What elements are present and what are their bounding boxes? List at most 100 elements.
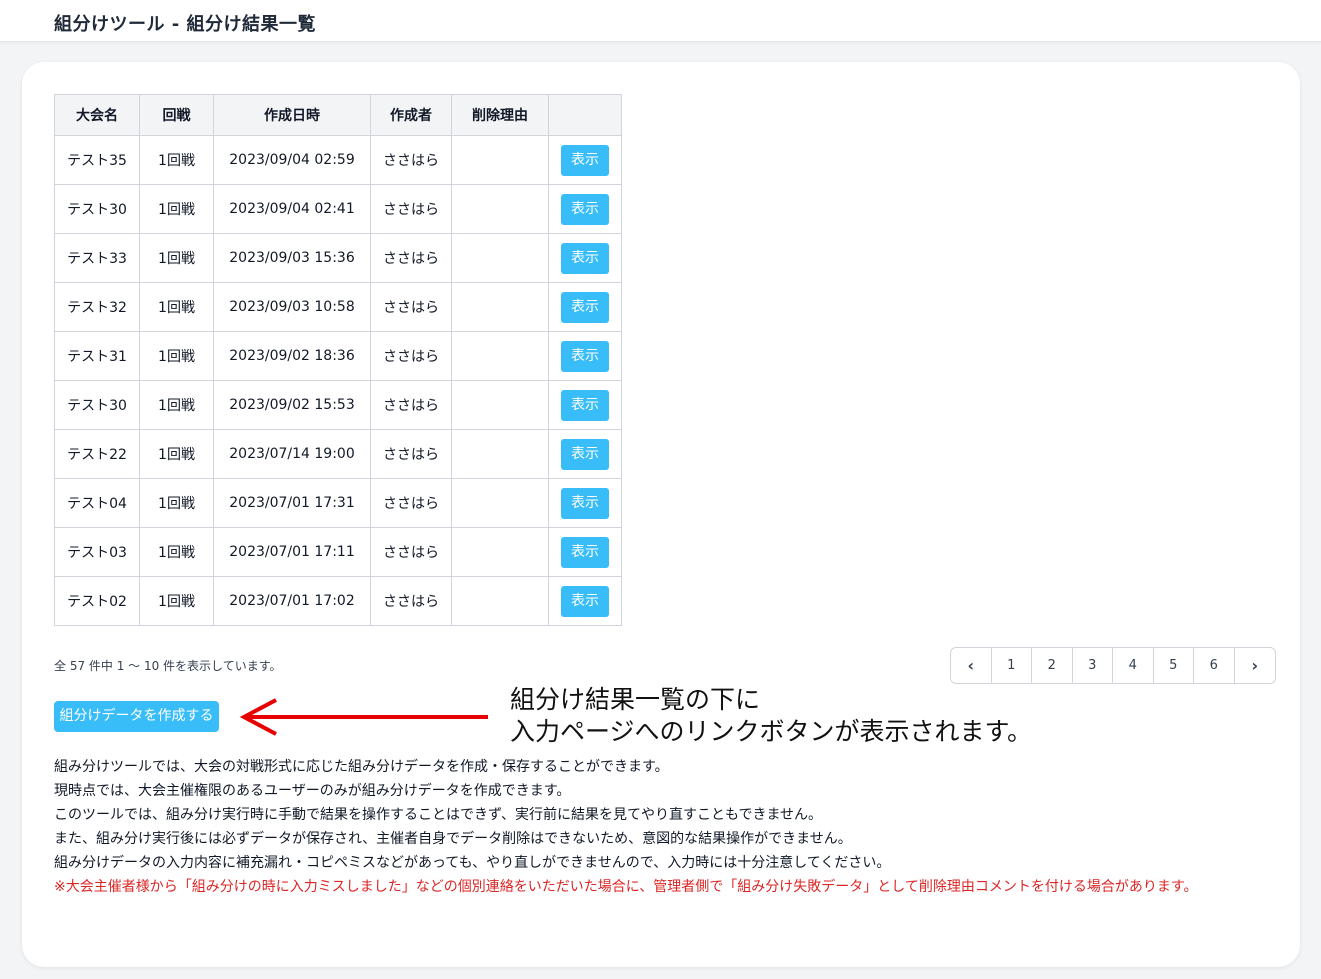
cell-action: 表示 (548, 527, 622, 577)
header-author: 作成者 (370, 94, 452, 136)
page-2-button[interactable]: 2 (1032, 648, 1073, 683)
cell-action: 表示 (548, 282, 622, 332)
cell-author: ささはら (370, 184, 452, 234)
show-button[interactable]: 表示 (561, 487, 609, 519)
cell-created-at: 2023/09/03 10:58 (213, 282, 371, 332)
cell-round: 1回戦 (139, 135, 214, 185)
table-row: テスト22 1回戦 2023/07/14 19:00 ささはら 表示 (54, 429, 622, 479)
cell-tournament-name: テスト03 (54, 527, 140, 577)
show-button[interactable]: 表示 (561, 193, 609, 225)
cell-delete-reason (451, 331, 549, 381)
cell-created-at: 2023/09/02 15:53 (213, 380, 371, 430)
notes: 組み分けツールでは、大会の対戦形式に応じた組み分けデータを作成・保存することがで… (54, 755, 1198, 899)
results-summary: 全 57 件中 1 〜 10 件を表示しています。 (54, 659, 282, 673)
page-title: 組分けツール - 組分け結果一覧 (54, 14, 317, 35)
header-tournament-name: 大会名 (54, 94, 140, 136)
cell-created-at: 2023/09/03 15:36 (213, 233, 371, 283)
cell-author: ささはら (370, 429, 452, 479)
cell-round: 1回戦 (139, 527, 214, 577)
cell-tournament-name: テスト35 (54, 135, 140, 185)
cell-author: ささはら (370, 478, 452, 528)
show-button[interactable]: 表示 (561, 585, 609, 617)
cell-delete-reason (451, 233, 549, 283)
table-row: テスト04 1回戦 2023/07/01 17:31 ささはら 表示 (54, 478, 622, 528)
page-6-button[interactable]: 6 (1194, 648, 1235, 683)
cell-created-at: 2023/07/01 17:11 (213, 527, 371, 577)
note-line: このツールでは、組み分け実行時に手動で結果を操作することはできず、実行前に結果を… (54, 807, 823, 823)
cell-tournament-name: テスト30 (54, 380, 140, 430)
warning-note: ※大会主催者様から「組み分けの時に入力ミスしました」などの個別連絡をいただいた場… (54, 879, 1198, 895)
cell-tournament-name: テスト33 (54, 233, 140, 283)
cell-created-at: 2023/07/01 17:31 (213, 478, 371, 528)
cell-created-at: 2023/07/01 17:02 (213, 576, 371, 626)
table-row: テスト35 1回戦 2023/09/04 02:59 ささはら 表示 (54, 135, 622, 185)
cell-round: 1回戦 (139, 184, 214, 234)
cell-delete-reason (451, 527, 549, 577)
cell-round: 1回戦 (139, 380, 214, 430)
cell-tournament-name: テスト31 (54, 331, 140, 381)
cell-round: 1回戦 (139, 478, 214, 528)
page-4-button[interactable]: 4 (1113, 648, 1154, 683)
cell-author: ささはら (370, 233, 452, 283)
note-line: 組み分けデータの入力内容に補充漏れ・コピペミスなどがあっても、やり直しができませ… (54, 855, 891, 871)
table-row: テスト32 1回戦 2023/09/03 10:58 ささはら 表示 (54, 282, 622, 332)
cell-created-at: 2023/07/14 19:00 (213, 429, 371, 479)
cell-author: ささはら (370, 331, 452, 381)
show-button[interactable]: 表示 (561, 242, 609, 274)
create-grouping-data-button[interactable]: 組分けデータを作成する (54, 701, 219, 732)
cell-action: 表示 (548, 184, 622, 234)
table-row: テスト02 1回戦 2023/07/01 17:02 ささはら 表示 (54, 576, 622, 626)
cell-tournament-name: テスト32 (54, 282, 140, 332)
cell-author: ささはら (370, 282, 452, 332)
note-line: 組み分けツールでは、大会の対戦形式に応じた組み分けデータを作成・保存することがで… (54, 759, 669, 775)
show-button[interactable]: 表示 (561, 389, 609, 421)
cell-tournament-name: テスト02 (54, 576, 140, 626)
page-5-button[interactable]: 5 (1154, 648, 1194, 683)
table-row: テスト30 1回戦 2023/09/04 02:41 ささはら 表示 (54, 184, 622, 234)
cell-action: 表示 (548, 331, 622, 381)
show-button[interactable]: 表示 (561, 340, 609, 372)
cell-created-at: 2023/09/02 18:36 (213, 331, 371, 381)
table-row: テスト30 1回戦 2023/09/02 15:53 ささはら 表示 (54, 380, 622, 430)
note-line: また、組み分け実行後には必ずデータが保存され、主催者自身でデータ削除はできないた… (54, 831, 852, 847)
show-button[interactable]: 表示 (561, 144, 609, 176)
annotation-line-1: 組分け結果一覧の下に (510, 685, 761, 714)
cell-action: 表示 (548, 429, 622, 479)
header-delete-reason: 削除理由 (451, 94, 549, 136)
cell-delete-reason (451, 282, 549, 332)
cell-author: ささはら (370, 527, 452, 577)
table-row: テスト33 1回戦 2023/09/03 15:36 ささはら 表示 (54, 233, 622, 283)
page-1-button[interactable]: 1 (992, 648, 1032, 683)
pagination: ‹ 1 2 3 4 5 6 › (950, 647, 1276, 684)
cell-tournament-name: テスト22 (54, 429, 140, 479)
header-created-at: 作成日時 (213, 94, 371, 136)
cell-action: 表示 (548, 576, 622, 626)
cell-delete-reason (451, 380, 549, 430)
page-3-button[interactable]: 3 (1073, 648, 1113, 683)
show-button[interactable]: 表示 (561, 536, 609, 568)
cell-round: 1回戦 (139, 233, 214, 283)
show-button[interactable]: 表示 (561, 438, 609, 470)
cell-delete-reason (451, 184, 549, 234)
cell-round: 1回戦 (139, 429, 214, 479)
cell-action: 表示 (548, 135, 622, 185)
chevron-right-icon[interactable]: › (1235, 648, 1276, 683)
cell-delete-reason (451, 576, 549, 626)
table-row: テスト03 1回戦 2023/07/01 17:11 ささはら 表示 (54, 527, 622, 577)
header-round: 回戦 (139, 94, 214, 136)
cell-round: 1回戦 (139, 576, 214, 626)
results-table: 大会名 回戦 作成日時 作成者 削除理由 テスト35 1回戦 2023/09/04 … (54, 94, 622, 626)
chevron-left-icon[interactable]: ‹ (951, 648, 992, 683)
top-bar: 組分けツール - 組分け結果一覧 (0, 0, 1321, 42)
show-button[interactable]: 表示 (561, 291, 609, 323)
cell-author: ささはら (370, 135, 452, 185)
annotation-text: 組分け結果一覧の下に 入力ページへのリンクボタンが表示されます。 (510, 684, 1032, 748)
cell-delete-reason (451, 478, 549, 528)
cell-action: 表示 (548, 233, 622, 283)
header-action (548, 94, 622, 136)
annotation-arrow-icon (239, 698, 488, 736)
cell-action: 表示 (548, 478, 622, 528)
cell-author: ささはら (370, 576, 452, 626)
cell-delete-reason (451, 429, 549, 479)
cell-round: 1回戦 (139, 282, 214, 332)
